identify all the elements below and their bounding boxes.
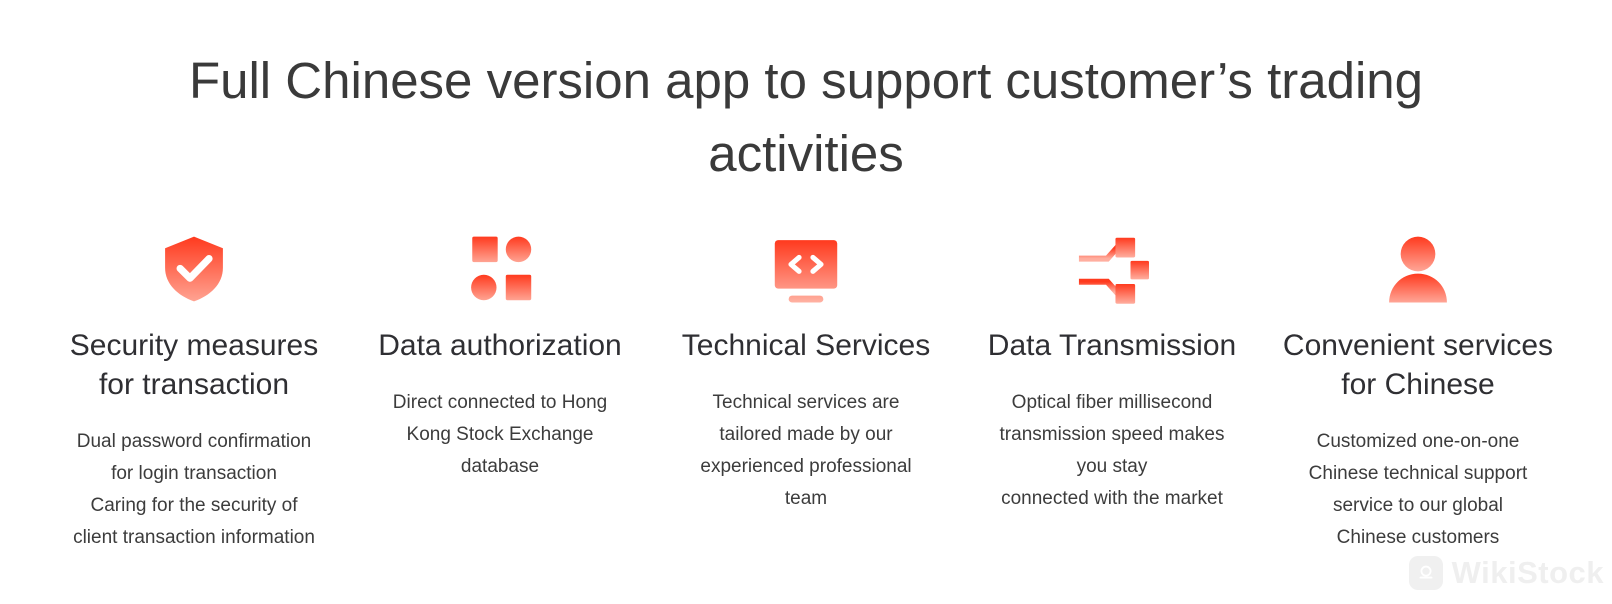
user-person-icon: [1373, 226, 1463, 312]
feature-description: Optical fiber millisecond transmission s…: [999, 392, 1225, 509]
feature-description: Dual password confirmation for login tra…: [73, 431, 315, 548]
page-title: Full Chinese version app to support cust…: [188, 52, 1438, 183]
feature-title: Convenient services for Chinese: [1282, 329, 1554, 401]
feature-title: Security measures for transaction: [69, 329, 319, 401]
feature-card-convenient-services: Convenient services for Chinese Customiz…: [1272, 226, 1564, 554]
watermark: WikiStock: [1408, 555, 1604, 590]
feature-title: Technical Services: [681, 329, 931, 362]
landing-feature-section: Full Chinese version app to support cust…: [0, 0, 1612, 604]
code-monitor-icon: [761, 226, 851, 312]
feature-card-security-measures: Security measures for transaction Dual p…: [48, 226, 340, 554]
feature-description: Customized one-on-one Chinese technical …: [1308, 431, 1528, 548]
watermark-text: WikiStock: [1451, 555, 1604, 590]
feature-description: Technical services are tailored made by …: [700, 392, 912, 509]
data-transmission-icon: [1067, 226, 1157, 312]
feature-description: Direct connected to Hong Kong Stock Exch…: [392, 392, 608, 477]
feature-title: Data authorization: [378, 329, 622, 362]
shield-check-icon: [149, 226, 239, 312]
feature-title: Data Transmission: [987, 329, 1237, 362]
network-nodes-icon: [455, 226, 545, 312]
feature-card-data-transmission: Data Transmission Optical fiber millisec…: [966, 226, 1258, 515]
feature-card-data-authorization: Data authorization Direct connected to H…: [354, 226, 646, 483]
feature-list: Security measures for transaction Dual p…: [48, 226, 1564, 554]
feature-card-technical-services: Technical Services Technical services ar…: [660, 226, 952, 515]
wikistock-logo-icon: [1408, 556, 1443, 590]
